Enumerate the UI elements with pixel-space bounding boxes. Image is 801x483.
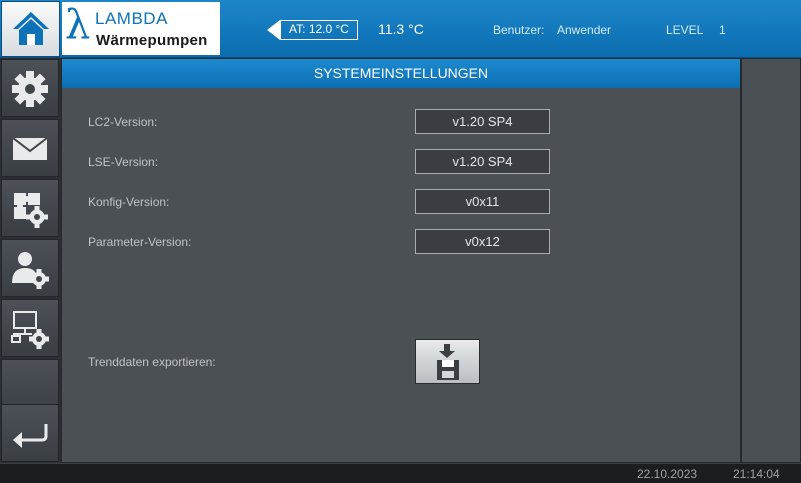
status-time: 21:14:04 [733, 467, 780, 481]
user-gear-icon [12, 252, 49, 289]
level-value: 1 [719, 23, 726, 37]
network-gear-icon [11, 311, 49, 349]
sidebar-item-user-settings[interactable] [1, 239, 59, 297]
export-trend-label: Trenddaten exportieren: [88, 355, 216, 369]
lc2-version-label: LC2-Version: [88, 115, 158, 129]
parameter-version-value: v0x12 [415, 229, 550, 254]
current-temp: 11.3 °C [378, 21, 424, 37]
gear-icon [12, 71, 48, 107]
header-bar: λ LAMBDA Wärmepumpen AT: 12.0 °C 11.3 °C… [0, 0, 801, 58]
status-bar: 22.10.2023 21:14:04 [0, 463, 801, 483]
user-value[interactable]: Anwender [557, 23, 611, 37]
status-date: 22.10.2023 [637, 467, 698, 481]
config-version-value: v0x11 [415, 189, 550, 214]
home-button[interactable] [1, 1, 60, 57]
save-download-icon [437, 344, 459, 380]
sidebar-item-network[interactable] [1, 299, 59, 357]
lambda-logo: λ LAMBDA Wärmepumpen [62, 2, 220, 55]
sidebar-item-messages[interactable] [1, 119, 59, 177]
level-label: LEVEL [666, 23, 704, 37]
sidebar-item-configuration[interactable] [1, 179, 59, 237]
export-trend-button[interactable] [415, 339, 480, 384]
mail-icon [12, 137, 48, 160]
lambda-glyph: λ [65, 2, 91, 48]
outdoor-temp-badge: AT: 12.0 °C [280, 20, 358, 40]
right-panel [741, 58, 801, 463]
back-button[interactable] [1, 404, 59, 462]
brand-subtitle: Wärmepumpen [96, 32, 208, 49]
lse-version-label: LSE-Version: [88, 155, 159, 169]
lse-version-value: v1.20 SP4 [415, 149, 550, 174]
puzzle-gear-icon [14, 193, 48, 228]
back-arrow-icon [13, 424, 48, 448]
sidebar-item-settings[interactable] [1, 59, 59, 117]
user-label: Benutzer: [493, 23, 545, 37]
brand-name: LAMBDA [95, 9, 168, 28]
parameter-version-label: Parameter-Version: [88, 235, 192, 249]
lc2-version-value: v1.20 SP4 [415, 109, 550, 134]
sidebar [0, 58, 61, 463]
home-icon [13, 12, 49, 45]
page-title: SYSTEMEINSTELLUNGEN [62, 59, 740, 88]
main-panel: SYSTEMEINSTELLUNGEN LC2-Version: v1.20 S… [61, 58, 741, 463]
outdoor-temp-arrow-icon [267, 20, 280, 40]
config-version-label: Konfig-Version: [88, 195, 170, 209]
